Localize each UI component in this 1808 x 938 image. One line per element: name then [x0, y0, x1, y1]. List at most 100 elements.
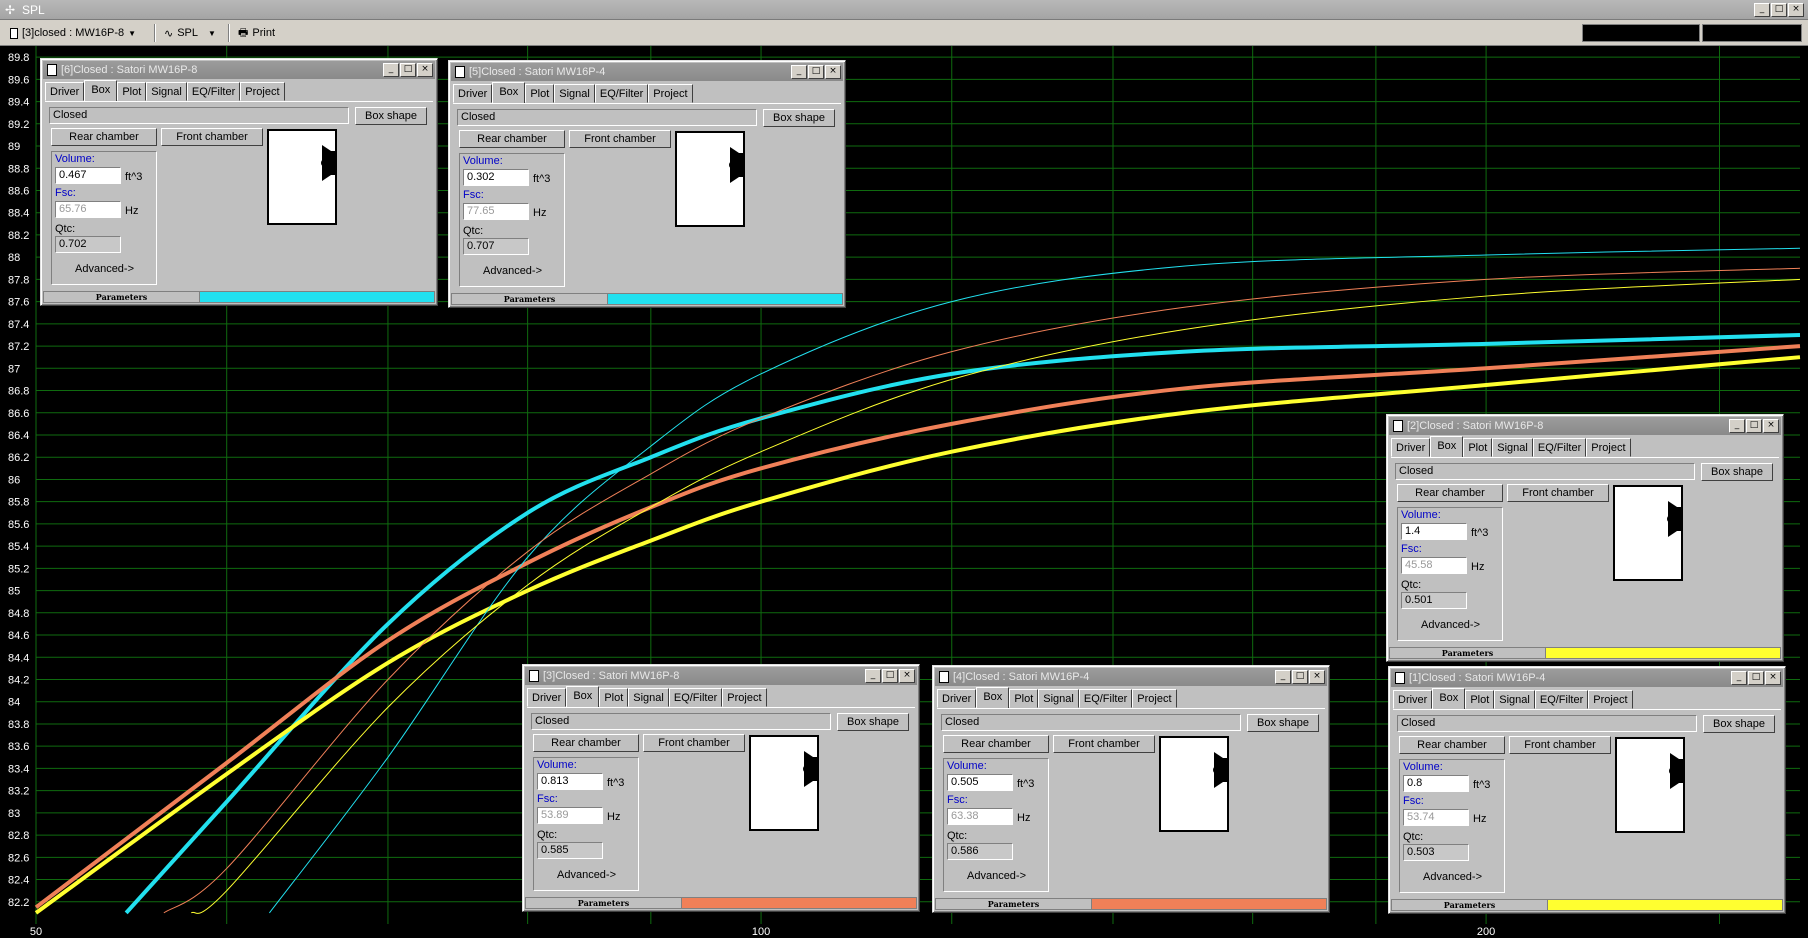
panel-minimize-button[interactable]: _	[1731, 671, 1747, 685]
front-chamber-button[interactable]: Front chamber	[161, 128, 263, 146]
box-shape-button[interactable]: Box shape	[1247, 714, 1319, 732]
panel-maximize-button[interactable]: □	[882, 669, 898, 683]
rear-chamber-button[interactable]: Rear chamber	[1399, 736, 1505, 754]
box-shape-button[interactable]: Box shape	[1703, 715, 1775, 733]
box-type-field[interactable]: Closed	[1395, 463, 1695, 480]
panel-close-button[interactable]: ×	[899, 669, 915, 683]
tab-plot[interactable]: Plot	[1009, 689, 1039, 708]
advanced-button[interactable]: Advanced->	[1421, 619, 1480, 631]
fsc-input[interactable]: 53.89	[537, 807, 603, 824]
tab-eq-filter[interactable]: EQ/Filter	[1532, 438, 1587, 457]
tab-box[interactable]: Box	[1430, 436, 1464, 457]
rear-chamber-button[interactable]: Rear chamber	[51, 128, 157, 146]
tab-driver[interactable]: Driver	[45, 82, 85, 101]
tab-plot[interactable]: Plot	[525, 84, 555, 103]
tab-box[interactable]: Box	[84, 80, 118, 101]
fsc-input[interactable]: 77.65	[463, 203, 529, 220]
box-panel[interactable]: [2]Closed : Satori MW16P-8 _ □ × Driver B…	[1386, 414, 1784, 662]
panel-minimize-button[interactable]: _	[383, 63, 399, 77]
panel-title-bar[interactable]: [3]Closed : Satori MW16P-8 _ □ ×	[525, 667, 917, 685]
tab-signal[interactable]: Signal	[1494, 690, 1535, 709]
tab-signal[interactable]: Signal	[146, 82, 187, 101]
advanced-button[interactable]: Advanced->	[557, 869, 616, 881]
box-panel[interactable]: [6]Closed : Satori MW16P-8 _ □ × Driver B…	[40, 58, 438, 306]
volume-input[interactable]: 0.302	[463, 169, 529, 186]
front-chamber-button[interactable]: Front chamber	[569, 130, 671, 148]
panel-title-bar[interactable]: [1]Closed : Satori MW16P-4 _ □ ×	[1391, 669, 1783, 687]
tab-eq-filter[interactable]: EQ/Filter	[668, 688, 723, 707]
tab-box[interactable]: Box	[566, 686, 600, 707]
tab-driver[interactable]: Driver	[1391, 438, 1431, 457]
panel-minimize-button[interactable]: _	[865, 669, 881, 683]
tab-plot[interactable]: Plot	[599, 688, 629, 707]
app-close-button[interactable]: ×	[1788, 3, 1804, 17]
panel-title-bar[interactable]: [6]Closed : Satori MW16P-8 _ □ ×	[43, 61, 435, 79]
box-type-field[interactable]: Closed	[941, 714, 1241, 731]
fsc-input[interactable]: 53.74	[1403, 809, 1469, 826]
advanced-button[interactable]: Advanced->	[483, 265, 542, 277]
tab-driver[interactable]: Driver	[453, 84, 493, 103]
tab-project[interactable]: Project	[1586, 438, 1631, 457]
tab-signal[interactable]: Signal	[554, 84, 595, 103]
tab-project[interactable]: Project	[1588, 690, 1633, 709]
volume-input[interactable]: 0.8	[1403, 775, 1469, 792]
tab-box[interactable]: Box	[492, 82, 526, 103]
volume-input[interactable]: 0.813	[537, 773, 603, 790]
panel-maximize-button[interactable]: □	[1748, 671, 1764, 685]
box-panel[interactable]: [5]Closed : Satori MW16P-4 _ □ × Driver B…	[448, 60, 846, 308]
tab-driver[interactable]: Driver	[1393, 690, 1433, 709]
panel-close-button[interactable]: ×	[1765, 671, 1781, 685]
panel-title-bar[interactable]: [5]Closed : Satori MW16P-4 _ □ ×	[451, 63, 843, 81]
panel-minimize-button[interactable]: _	[791, 65, 807, 79]
box-shape-button[interactable]: Box shape	[837, 713, 909, 731]
front-chamber-button[interactable]: Front chamber	[1507, 484, 1609, 502]
box-type-field[interactable]: Closed	[531, 713, 831, 730]
box-type-field[interactable]: Closed	[1397, 715, 1697, 732]
panel-minimize-button[interactable]: _	[1275, 670, 1291, 684]
tab-project[interactable]: Project	[722, 688, 767, 707]
panel-title-bar[interactable]: [2]Closed : Satori MW16P-8 _ □ ×	[1389, 417, 1781, 435]
tab-box[interactable]: Box	[976, 687, 1010, 708]
tab-eq-filter[interactable]: EQ/Filter	[186, 82, 241, 101]
panel-close-button[interactable]: ×	[417, 63, 433, 77]
rear-chamber-button[interactable]: Rear chamber	[1397, 484, 1503, 502]
rear-chamber-button[interactable]: Rear chamber	[459, 130, 565, 148]
volume-input[interactable]: 0.505	[947, 774, 1013, 791]
volume-input[interactable]: 1.4	[1401, 523, 1467, 540]
advanced-button[interactable]: Advanced->	[967, 870, 1026, 882]
app-minimize-button[interactable]: _	[1754, 3, 1770, 17]
box-panel[interactable]: [3]Closed : Satori MW16P-8 _ □ × Driver B…	[522, 664, 920, 912]
panel-close-button[interactable]: ×	[825, 65, 841, 79]
front-chamber-button[interactable]: Front chamber	[1053, 735, 1155, 753]
tab-eq-filter[interactable]: EQ/Filter	[1078, 689, 1133, 708]
rear-chamber-button[interactable]: Rear chamber	[943, 735, 1049, 753]
tab-project[interactable]: Project	[1132, 689, 1177, 708]
box-shape-button[interactable]: Box shape	[763, 109, 835, 127]
tab-signal[interactable]: Signal	[1492, 438, 1533, 457]
tab-box[interactable]: Box	[1432, 688, 1466, 709]
box-shape-button[interactable]: Box shape	[355, 107, 427, 125]
tab-project[interactable]: Project	[648, 84, 693, 103]
box-shape-button[interactable]: Box shape	[1701, 463, 1773, 481]
fsc-input[interactable]: 65.76	[55, 201, 121, 218]
tab-plot[interactable]: Plot	[1465, 690, 1495, 709]
app-maximize-button[interactable]: □	[1771, 3, 1787, 17]
panel-minimize-button[interactable]: _	[1729, 419, 1745, 433]
panel-close-button[interactable]: ×	[1309, 670, 1325, 684]
rear-chamber-button[interactable]: Rear chamber	[533, 734, 639, 752]
plot-select[interactable]: ∿ SPL ▼	[160, 24, 220, 42]
panel-close-button[interactable]: ×	[1763, 419, 1779, 433]
tab-signal[interactable]: Signal	[1038, 689, 1079, 708]
panel-maximize-button[interactable]: □	[1746, 419, 1762, 433]
tab-eq-filter[interactable]: EQ/Filter	[594, 84, 649, 103]
panel-maximize-button[interactable]: □	[808, 65, 824, 79]
tab-project[interactable]: Project	[240, 82, 285, 101]
advanced-button[interactable]: Advanced->	[75, 263, 134, 275]
fsc-input[interactable]: 63.38	[947, 808, 1013, 825]
front-chamber-button[interactable]: Front chamber	[1509, 736, 1611, 754]
box-type-field[interactable]: Closed	[49, 107, 349, 124]
box-type-field[interactable]: Closed	[457, 109, 757, 126]
tab-plot[interactable]: Plot	[117, 82, 147, 101]
volume-input[interactable]: 0.467	[55, 167, 121, 184]
fsc-input[interactable]: 45.58	[1401, 557, 1467, 574]
